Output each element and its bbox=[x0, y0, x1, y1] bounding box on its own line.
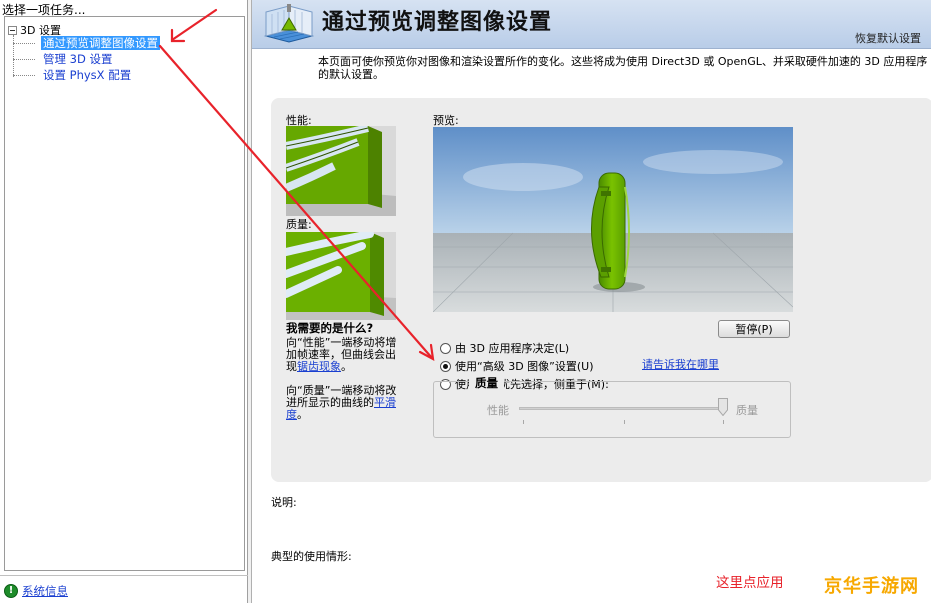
system-info-link[interactable]: 系统信息 bbox=[22, 583, 68, 599]
pause-button[interactable]: 暂停(P) bbox=[718, 320, 790, 338]
3d-preview bbox=[433, 127, 793, 312]
help-performance-text: 向“性能”一端移动将增加帧速率，但曲线会出现锯齿现象。 bbox=[286, 336, 397, 373]
tree-connector bbox=[13, 59, 35, 60]
groupbox-title: 质量 bbox=[469, 375, 504, 391]
tree-connector bbox=[13, 43, 35, 44]
tell-me-where-link[interactable]: 请告诉我在哪里 bbox=[642, 356, 719, 372]
site-watermark: 京华手游网 bbox=[824, 576, 919, 597]
3d-settings-icon bbox=[264, 4, 314, 43]
content-pane: 通过预览调整图像设置 恢复默认设置 本页面可使你预览你对图像和渲染设置所作的变化… bbox=[252, 0, 931, 603]
option-label: 使用“高级 3D 图像”设置(U) bbox=[455, 360, 594, 373]
tree-item-physx-config[interactable]: 设置 PhysX 配置 bbox=[41, 68, 133, 82]
performance-thumbnail bbox=[286, 126, 396, 216]
help-title: 我需要的是什么? bbox=[286, 321, 374, 335]
option-label: 由 3D 应用程序决定(L) bbox=[455, 342, 570, 355]
help-quality-text: 向“质量”一端移动将改进所显示的曲线的平滑度。 bbox=[286, 384, 397, 421]
quality-slider-thumb[interactable] bbox=[718, 398, 728, 416]
system-info-icon[interactable]: ! bbox=[4, 584, 18, 598]
option-advanced-3d[interactable]: 使用“高级 3D 图像”设置(U) bbox=[440, 358, 594, 374]
collapse-icon[interactable] bbox=[8, 25, 17, 35]
annotation-apply-here: 这里点应用 bbox=[716, 575, 784, 591]
radio-icon[interactable] bbox=[440, 342, 451, 354]
tree-item-manage-3d-settings[interactable]: 管理 3D 设置 bbox=[41, 52, 114, 66]
description-label: 说明: bbox=[271, 496, 297, 509]
option-app-controlled[interactable]: 由 3D 应用程序决定(L) bbox=[440, 340, 569, 356]
page-header: 通过预览调整图像设置 恢复默认设置 bbox=[252, 0, 931, 49]
tree-connector bbox=[13, 75, 35, 76]
quality-slider-track[interactable] bbox=[519, 407, 725, 410]
task-pane: 选择一项任务... 3D 设置 通过预览调整图像设置 管理 3D 设置 设置 P… bbox=[0, 0, 248, 603]
slider-min-label: 性能 bbox=[487, 404, 509, 417]
tree-item-adjust-image-preview[interactable]: 通过预览调整图像设置 bbox=[41, 36, 160, 50]
preview-label: 预览: bbox=[433, 114, 459, 127]
slider-tick bbox=[723, 420, 724, 424]
page-title: 通过预览调整图像设置 bbox=[322, 9, 553, 35]
slider-tick bbox=[624, 420, 625, 424]
restore-defaults-link[interactable]: 恢复默认设置 bbox=[855, 30, 921, 46]
aliasing-link[interactable]: 锯齿现象 bbox=[297, 360, 341, 373]
slider-max-label: 质量 bbox=[736, 404, 758, 417]
typical-usage-label: 典型的使用情形: bbox=[271, 550, 352, 563]
status-bar: ! 系统信息 bbox=[4, 583, 68, 599]
slider-tick bbox=[523, 420, 524, 424]
tree-connector bbox=[13, 35, 14, 77]
quality-thumbnail bbox=[286, 232, 396, 320]
task-tree[interactable]: 3D 设置 通过预览调整图像设置 管理 3D 设置 设置 PhysX 配置 bbox=[4, 16, 245, 571]
divider bbox=[0, 575, 248, 576]
page-description: 本页面可使你预览你对图像和渲染设置所作的变化。这些将成为使用 Direct3D … bbox=[318, 55, 928, 81]
quality-label: 质量: bbox=[286, 218, 312, 231]
radio-selected-icon[interactable] bbox=[440, 360, 451, 372]
